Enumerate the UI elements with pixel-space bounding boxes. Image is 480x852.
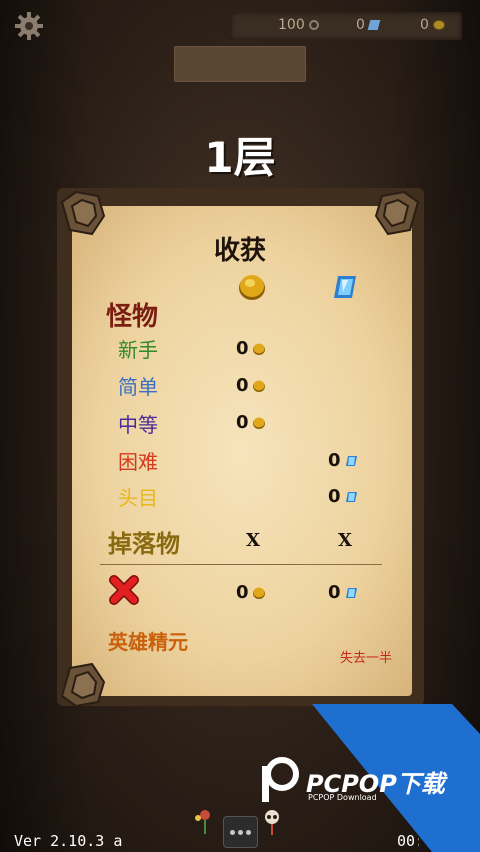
row-easy-coins: 0 xyxy=(236,375,266,396)
skull-icon xyxy=(265,810,279,835)
row-medium-label: 中等 xyxy=(118,413,158,437)
title-plaque xyxy=(174,46,306,82)
coin-icon xyxy=(252,587,265,599)
coin-value: 0 xyxy=(236,582,249,603)
gem-value: 0 xyxy=(328,450,341,471)
coin-value: 0 xyxy=(236,338,249,359)
gem-column-icon xyxy=(334,276,356,298)
row-hard-gems: 0 xyxy=(328,450,358,471)
drops-label: 掉落物 xyxy=(108,530,180,558)
gem-value: 0 xyxy=(328,582,341,603)
gems-value: 0 xyxy=(356,17,365,33)
timer-label: 00:0 xyxy=(397,832,419,850)
coins-resource: 0 xyxy=(420,17,445,33)
gem-icon xyxy=(345,491,357,502)
settings-gear-icon[interactable] xyxy=(14,11,44,41)
row-novice-label: 新手 xyxy=(118,338,158,362)
coin-icon xyxy=(432,20,445,30)
coin-icon xyxy=(252,343,265,355)
hero-essence-label: 英雄精元 xyxy=(108,630,188,654)
red-x-icon xyxy=(109,575,139,605)
coins-value: 0 xyxy=(420,17,429,33)
watermark-sub: PCPOP Download xyxy=(308,793,377,802)
row-boss-gems: 0 xyxy=(328,486,358,507)
lose-half-label: 失去一半 xyxy=(340,651,393,666)
watermark-logo-icon xyxy=(262,757,299,802)
death-coins: 0 xyxy=(236,582,266,603)
time-resource: 100 xyxy=(278,17,319,33)
row-novice-coins: 0 xyxy=(236,338,266,359)
divider-line xyxy=(100,564,382,565)
coin-value: 0 xyxy=(236,375,249,396)
clock-icon xyxy=(308,20,319,30)
menu-dot xyxy=(230,829,235,835)
gem-value: 0 xyxy=(328,486,341,507)
coin-value: 0 xyxy=(236,412,249,433)
menu-dot xyxy=(238,829,243,835)
row-medium-coins: 0 xyxy=(236,412,266,433)
row-boss-label: 头目 xyxy=(118,486,158,510)
time-value: 100 xyxy=(278,17,305,33)
version-label: Ver 2.10.3 a xyxy=(14,832,123,850)
row-hard-label: 困难 xyxy=(118,450,158,474)
gem-icon xyxy=(367,20,381,30)
floor-title: 1层 xyxy=(204,133,276,182)
gem-icon xyxy=(345,587,357,598)
drops-coins-value: X xyxy=(246,530,260,551)
death-gems: 0 xyxy=(328,582,358,603)
gems-resource: 0 xyxy=(356,17,381,33)
harvest-title: 收获 xyxy=(213,236,266,266)
menu-button[interactable] xyxy=(223,816,258,848)
coin-icon xyxy=(252,417,265,429)
flower-icon xyxy=(195,810,210,834)
menu-dot xyxy=(246,829,251,835)
resource-bar: 100 0 0 xyxy=(230,12,462,40)
row-easy-label: 简单 xyxy=(118,375,158,399)
coin-column-icon xyxy=(239,275,265,300)
monsters-label: 怪物 xyxy=(106,302,159,332)
drops-gems-value: X xyxy=(338,530,352,551)
gem-icon xyxy=(345,455,357,466)
corner-ornament-icon xyxy=(60,662,106,708)
coin-icon xyxy=(252,380,265,392)
